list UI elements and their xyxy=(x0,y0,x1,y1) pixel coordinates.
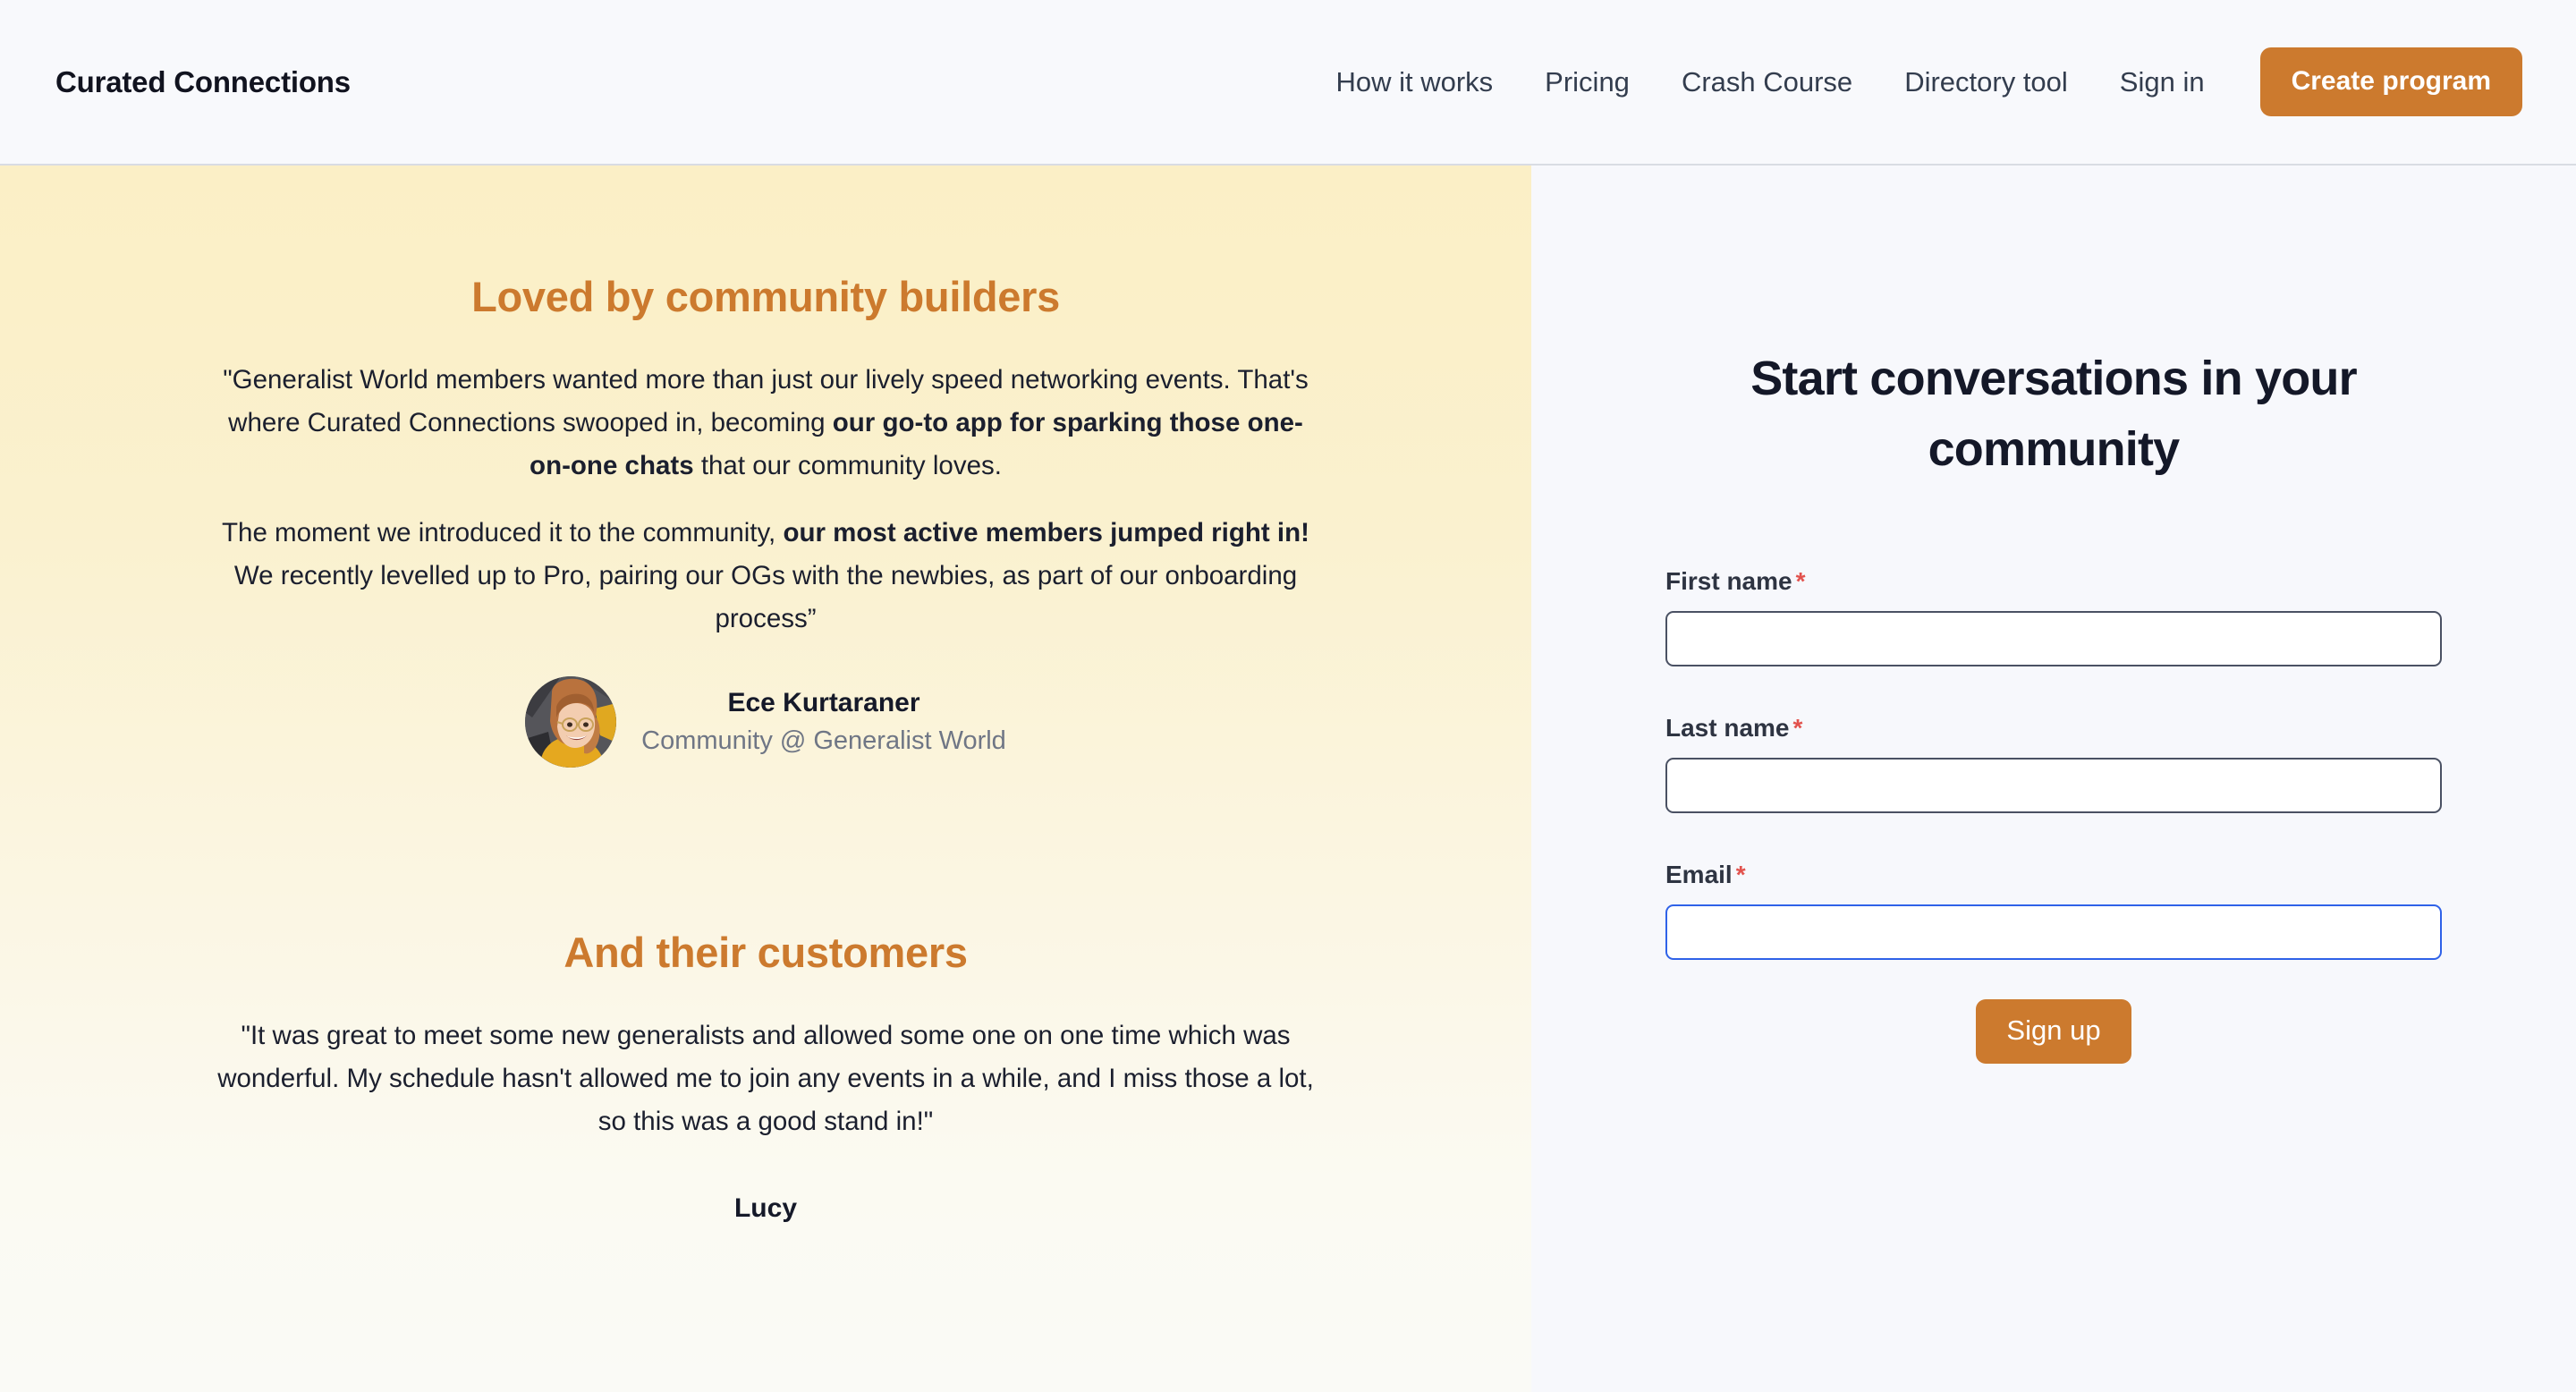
site-header: Curated Connections How it works Pricing… xyxy=(0,0,2576,166)
main-navigation: How it works Pricing Crash Course Direct… xyxy=(1335,47,2522,116)
testimonial-quote-paragraph-1: "Generalist World members wanted more th… xyxy=(210,359,1321,488)
required-asterisk-icon: * xyxy=(1792,714,1803,742)
last-name-label: Last name * xyxy=(1665,714,2442,743)
customers-heading: And their customers xyxy=(564,929,968,976)
field-email: Email * xyxy=(1665,861,2442,960)
testimonials-heading: Loved by community builders xyxy=(471,273,1060,320)
page-title: Start conversations in your community xyxy=(1750,352,2357,476)
avatar xyxy=(525,676,617,768)
signup-panel: Start conversations in your community Fi… xyxy=(1531,166,2576,1392)
testimonials-panel: Loved by community builders "Generalist … xyxy=(0,166,1531,1392)
page-body: Loved by community builders "Generalist … xyxy=(0,166,2576,1392)
testimonial-author: Ece Kurtaraner Community @ Generalist Wo… xyxy=(210,676,1321,768)
email-label-text: Email xyxy=(1665,861,1733,888)
create-program-button[interactable]: Create program xyxy=(2259,47,2522,116)
signup-button-row: Sign up xyxy=(1665,999,2442,1064)
author-details: Ece Kurtaraner Community @ Generalist Wo… xyxy=(641,684,1006,760)
customer-quote: "It was great to meet some new generalis… xyxy=(217,1021,1314,1136)
quote-2-text-a: The moment we introduced it to the commu… xyxy=(222,518,784,547)
nav-item-pricing[interactable]: Pricing xyxy=(1545,57,1630,107)
nav-item-crash-course[interactable]: Crash Course xyxy=(1682,57,1852,107)
first-name-label-text: First name xyxy=(1665,567,1792,595)
field-last-name: Last name * xyxy=(1665,714,2442,813)
required-asterisk-icon: * xyxy=(1735,861,1746,888)
email-label: Email * xyxy=(1665,861,2442,889)
required-asterisk-icon: * xyxy=(1795,567,1806,595)
first-name-input[interactable] xyxy=(1665,611,2442,666)
quote-2-emphasis: our most active members jumped right in! xyxy=(783,518,1309,547)
sign-up-button[interactable]: Sign up xyxy=(1976,999,2131,1064)
author-role: Community @ Generalist World xyxy=(641,726,1006,755)
ece-kurtaraner-photo xyxy=(525,676,617,768)
author-name: Ece Kurtaraner xyxy=(727,688,920,717)
quote-2-text-b: We recently levelled up to Pro, pairing … xyxy=(233,561,1298,633)
testimonial-quote-paragraph-2: The moment we introduced it to the commu… xyxy=(210,512,1321,641)
brand-logo[interactable]: Curated Connections xyxy=(55,65,351,99)
quote-1-text-b: that our community loves. xyxy=(693,451,1002,480)
nav-item-directory-tool[interactable]: Directory tool xyxy=(1904,57,2068,107)
nav-item-sign-in[interactable]: Sign in xyxy=(2120,57,2205,107)
customer-name: Lucy xyxy=(733,1193,798,1223)
email-input[interactable] xyxy=(1665,904,2442,960)
nav-item-how-it-works[interactable]: How it works xyxy=(1335,57,1493,107)
last-name-label-text: Last name xyxy=(1665,714,1790,742)
last-name-input[interactable] xyxy=(1665,758,2442,813)
field-first-name: First name * xyxy=(1665,567,2442,666)
first-name-label: First name * xyxy=(1665,567,2442,596)
